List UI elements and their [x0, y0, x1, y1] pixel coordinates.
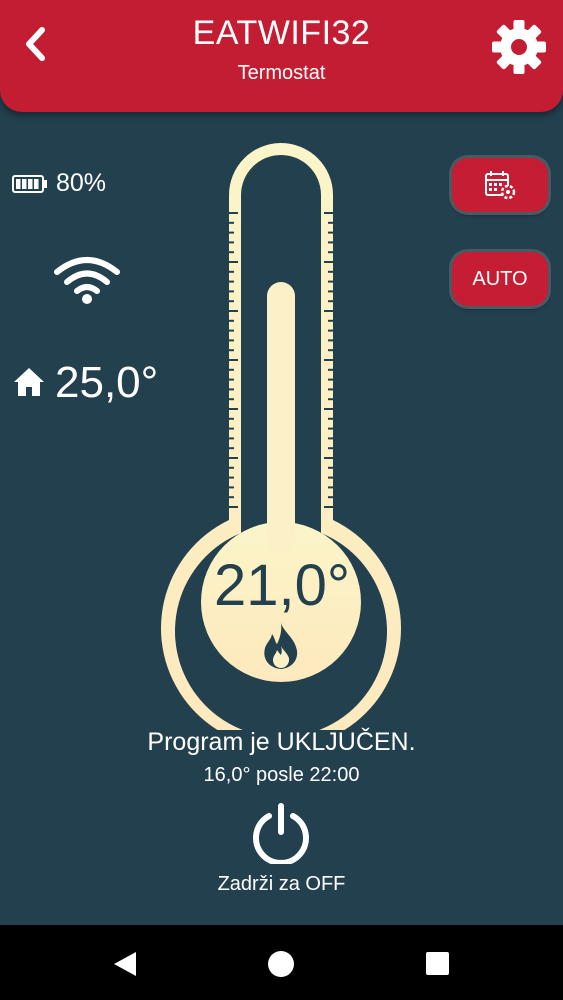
flame-icon	[264, 623, 298, 669]
thermometer-gauge	[161, 143, 401, 730]
system-navigation-bar	[0, 925, 563, 1000]
power-button[interactable]	[250, 802, 312, 864]
set-temperature[interactable]: 21,0°	[162, 552, 402, 619]
next-program-change: 16,0° posle 22:00	[203, 764, 360, 786]
hold-for-off-hint: Zadrži za OFF	[217, 873, 346, 895]
power-icon	[253, 803, 309, 864]
program-status: Program je UKLJUČEN.	[147, 728, 416, 756]
nav-home-icon[interactable]	[268, 951, 294, 977]
nav-back-icon[interactable]	[112, 951, 138, 977]
nav-recents-icon[interactable]	[426, 952, 449, 975]
